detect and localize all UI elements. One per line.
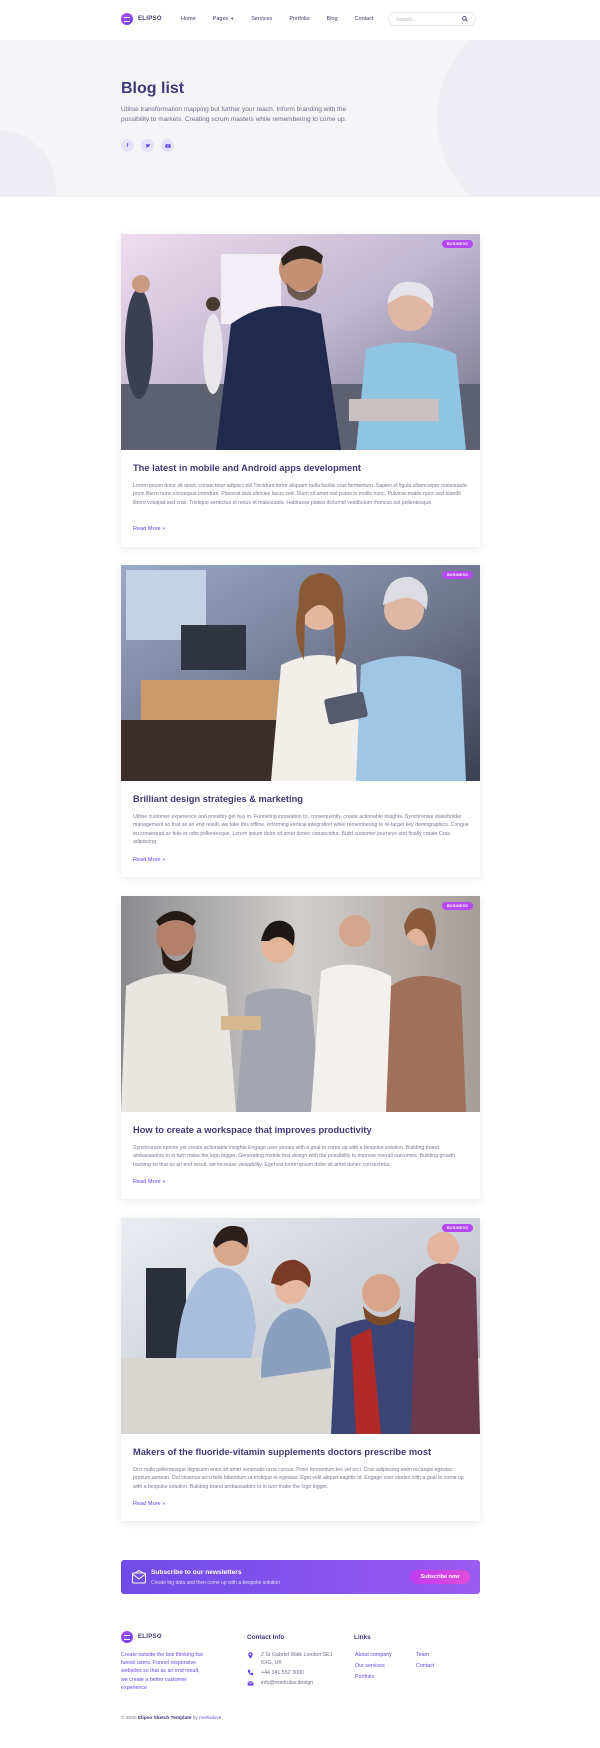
- address-line: 2 St Gabriel Walk London SE1: [261, 1652, 333, 1658]
- post-title[interactable]: How to create a workspace that improves …: [133, 1125, 372, 1135]
- hero-section: Blog list Utilise transformation mapping…: [0, 40, 600, 197]
- chevron-down-icon: ▼: [230, 16, 235, 21]
- footer-logo[interactable]: ELIPSO: [121, 1631, 162, 1643]
- post-title[interactable]: Makers of the fluoride-vitamin supplemen…: [133, 1447, 431, 1457]
- main-menu: Home Pages ▼ Services Portfolio Blog Cont…: [181, 16, 391, 22]
- post-title[interactable]: Brilliant design strategies & marketing: [133, 794, 303, 804]
- menu-item-pages[interactable]: Pages ▼: [213, 16, 235, 22]
- read-more-link[interactable]: Read More »: [133, 526, 165, 532]
- location-icon: [248, 1652, 253, 1659]
- search-icon[interactable]: [462, 16, 468, 22]
- newsletter-banner: Subscribe to our newsletters Create big …: [121, 1560, 480, 1594]
- top-navbar: ELIPSO Home Pages ▼ Services Portfolio Bl…: [0, 0, 600, 40]
- logo-icon: [121, 1631, 133, 1643]
- read-more-link[interactable]: Read More »: [133, 1501, 165, 1507]
- author-link[interactable]: merkulove: [199, 1716, 221, 1721]
- post-image[interactable]: BUSINESS: [121, 565, 480, 781]
- contact-heading: Contact Info: [247, 1634, 285, 1641]
- footer-link-team[interactable]: Team: [416, 1652, 429, 1658]
- category-badge[interactable]: BUSINESS: [441, 240, 473, 248]
- logo-text: ELIPSO: [138, 1634, 162, 1640]
- copyright-by-label: by: [192, 1716, 198, 1721]
- blog-post-card: BUSINESS The latest in mobile and Androi…: [121, 234, 480, 547]
- subscribe-button[interactable]: Subscribe now: [410, 1570, 470, 1584]
- menu-item-contact[interactable]: Contact: [355, 16, 374, 22]
- post-excerpt: Utilise customer experience and possibly…: [133, 814, 469, 846]
- phone-number[interactable]: +44 141 552 3000: [261, 1670, 304, 1678]
- logo-icon: [121, 13, 133, 25]
- logo[interactable]: ELIPSO: [121, 13, 162, 25]
- facebook-icon[interactable]: f: [121, 139, 134, 152]
- post-excerpt: Synchronize sprints yet create actionabl…: [133, 1145, 456, 1168]
- search-box: [388, 12, 476, 26]
- post-image[interactable]: BUSINESS: [121, 234, 480, 450]
- email-icon: [247, 1681, 254, 1686]
- hero-description: Utilise transformation mapping but furth…: [121, 106, 347, 123]
- decorative-circle: [437, 40, 600, 197]
- phone-icon: [247, 1669, 254, 1676]
- search-input[interactable]: [396, 15, 456, 24]
- category-badge[interactable]: BUSINESS: [441, 1224, 473, 1232]
- address-line: 6XG, UK: [261, 1659, 282, 1666]
- footer-description: Create outside the box thinking but funn…: [121, 1652, 203, 1691]
- menu-item-portfolio[interactable]: Portfolio: [289, 16, 309, 22]
- read-more-link[interactable]: Read More »: [133, 1179, 165, 1185]
- twitter-icon[interactable]: [141, 139, 154, 152]
- mail-icon: [132, 1569, 146, 1584]
- page-title: Blog list: [121, 80, 185, 97]
- copyright-year: © 2020: [121, 1716, 137, 1721]
- post-title[interactable]: The latest in mobile and Android apps de…: [133, 463, 361, 473]
- youtube-icon[interactable]: [161, 139, 174, 152]
- decorative-circle: [0, 130, 56, 197]
- footer-link-about[interactable]: About company: [355, 1652, 392, 1658]
- read-more-link[interactable]: Read More »: [133, 857, 165, 863]
- blog-post-card: BUSINESS How to create a workspace that …: [121, 896, 480, 1199]
- menu-item-home[interactable]: Home: [181, 16, 196, 22]
- links-heading: Links: [354, 1634, 371, 1641]
- footer-link-services[interactable]: Our services: [355, 1663, 385, 1669]
- blog-post-card: BUSINESS Brilliant design strategies & m…: [121, 565, 480, 877]
- blog-post-card: BUSINESS Makers of the fluoride-vitamin …: [121, 1218, 480, 1521]
- category-badge[interactable]: BUSINESS: [441, 902, 473, 910]
- post-excerpt: Lorem ipsum dolor sit amet, consectetur …: [133, 483, 467, 506]
- post-image[interactable]: BUSINESS: [121, 1218, 480, 1434]
- menu-item-blog[interactable]: Blog: [327, 16, 338, 22]
- menu-item-pages-label: Pages: [212, 16, 229, 22]
- address: 2 St Gabriel Walk London SE1 6XG, UK: [261, 1652, 333, 1667]
- newsletter-subtitle: Create big data and then come up with a …: [151, 1580, 280, 1586]
- menu-item-services[interactable]: Services: [251, 16, 272, 22]
- footer-link-portfolio[interactable]: Portfolio: [355, 1674, 374, 1680]
- post-excerpt: Orci nulla pellentesque dignissim enim s…: [133, 1467, 464, 1490]
- category-badge[interactable]: BUSINESS: [441, 571, 473, 579]
- logo-text: ELIPSO: [138, 16, 162, 22]
- email-address[interactable]: info@merkulov.design: [261, 1680, 313, 1688]
- copyright: © 2020 Elipso Sketch Template by merkulo…: [121, 1716, 221, 1721]
- footer-link-contact[interactable]: Contact: [416, 1663, 434, 1669]
- post-image[interactable]: BUSINESS: [121, 896, 480, 1112]
- copyright-name: Elipso Sketch Template: [137, 1716, 192, 1721]
- newsletter-title: Subscribe to our newsletters: [151, 1569, 242, 1576]
